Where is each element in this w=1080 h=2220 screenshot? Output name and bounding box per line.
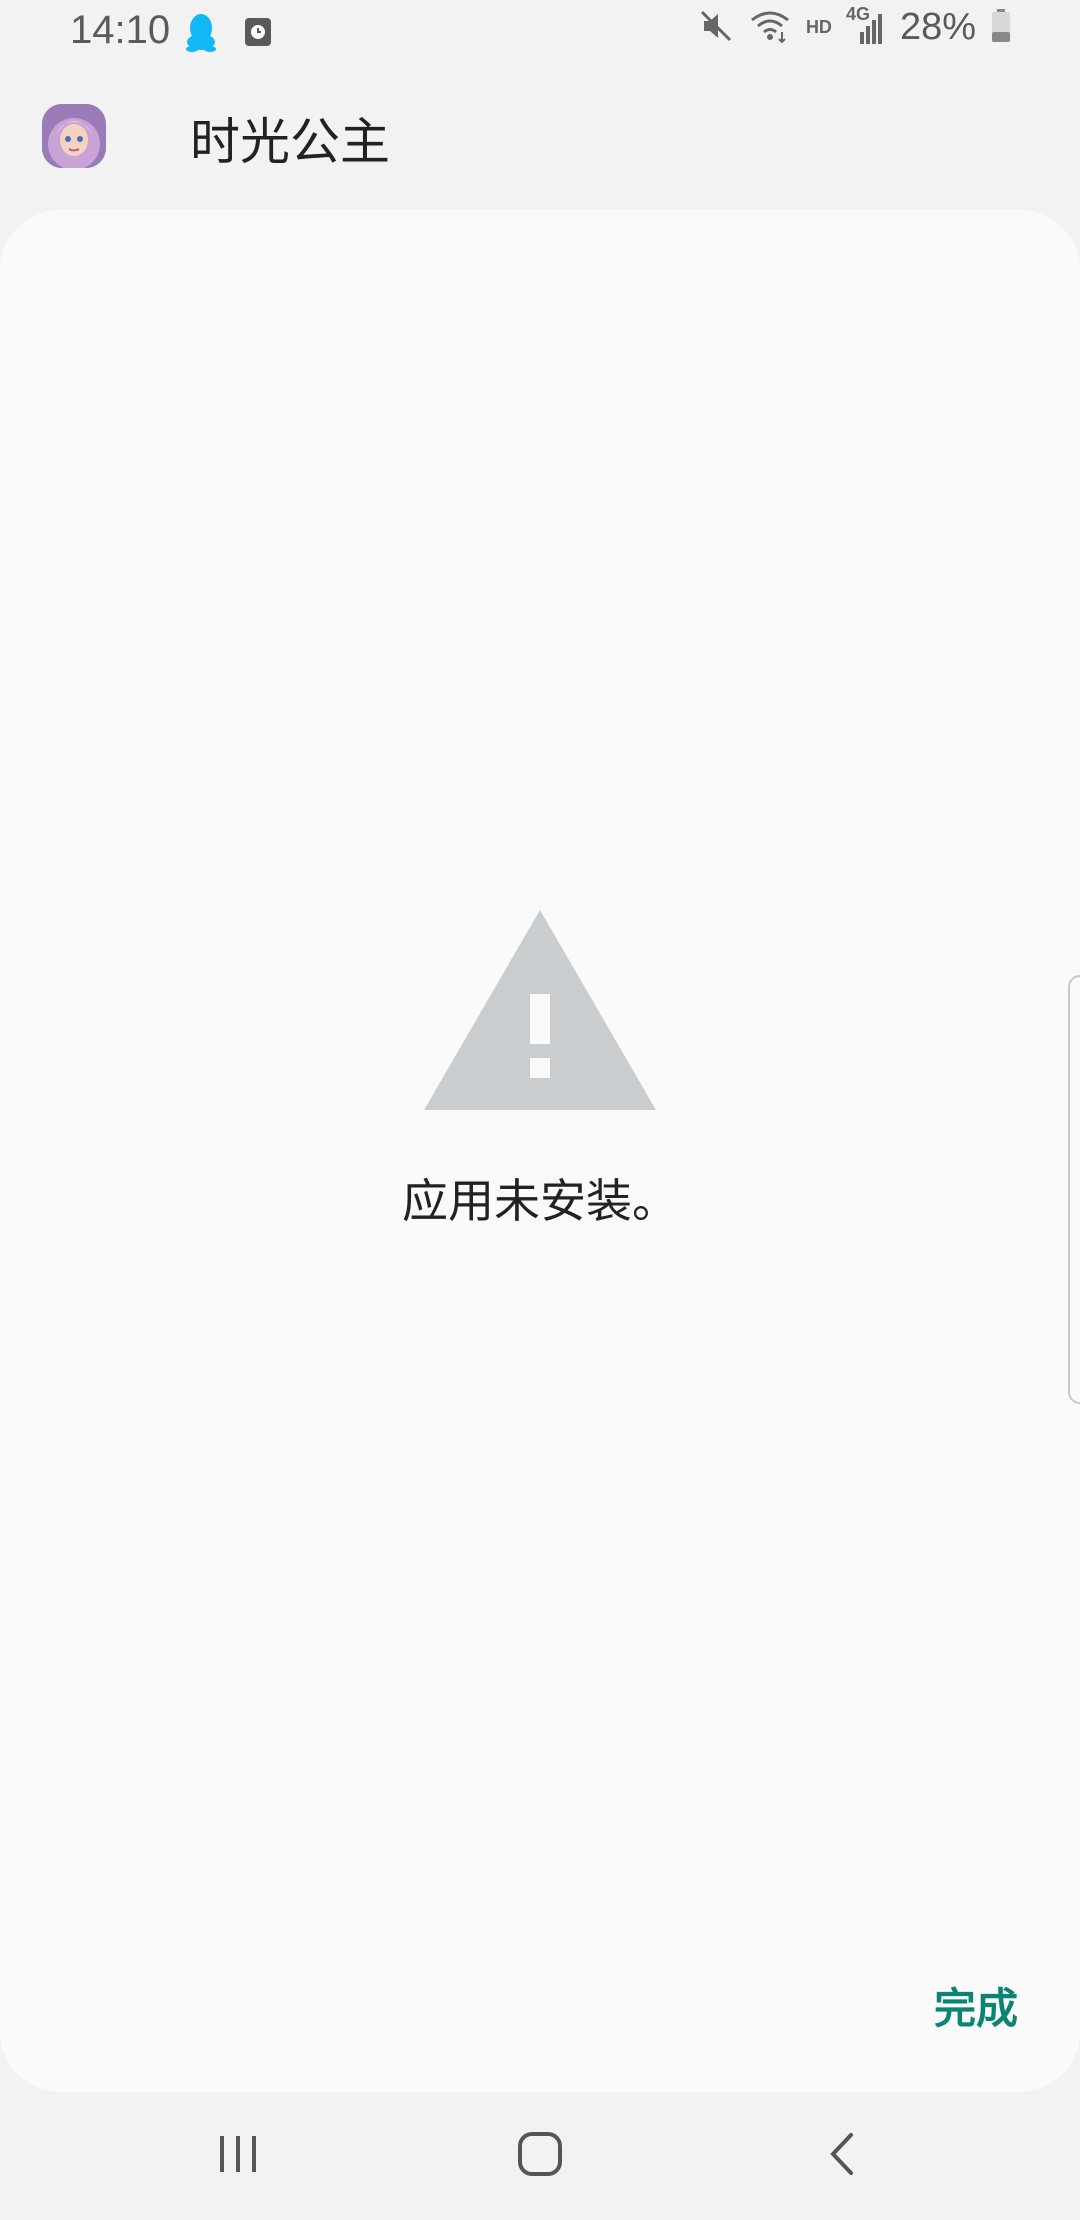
back-button[interactable]: [802, 2124, 882, 2188]
home-button[interactable]: [500, 2124, 580, 2188]
mute-icon: [698, 8, 734, 48]
app-icon-princess: [42, 104, 106, 168]
install-result-card: 应用未安装。 完成: [0, 210, 1080, 2092]
signal-icon: 4G: [846, 4, 886, 46]
done-button[interactable]: 完成: [934, 1975, 1018, 2036]
app-title: 时光公主: [190, 113, 390, 171]
recent-apps-icon: [216, 2132, 260, 2180]
navigation-bar: [0, 2092, 1080, 2220]
status-left-icons: [184, 12, 272, 56]
screen: 14:10 HD 4G 28% 时光公主 应用未安装。 完成: [0, 0, 1080, 2220]
back-icon: [827, 2131, 857, 2181]
screen-record-icon: [244, 17, 272, 51]
status-right: HD 4G 28%: [698, 4, 1012, 49]
qq-penguin-icon: [184, 12, 218, 56]
wifi-icon: [748, 8, 792, 48]
warning-icon: [424, 910, 656, 1110]
edge-panel-handle[interactable]: [1068, 975, 1080, 1404]
battery-percent: 28%: [899, 6, 976, 48]
home-icon: [517, 2131, 563, 2181]
status-message: 应用未安装。: [402, 1174, 678, 1228]
status-bar: 14:10 HD 4G 28%: [0, 0, 1080, 64]
recent-apps-button[interactable]: [198, 2124, 278, 2188]
status-time: 14:10: [70, 8, 171, 52]
app-header: 时光公主: [0, 90, 1080, 210]
battery-icon: [990, 8, 1012, 48]
hd-label: HD: [805, 17, 832, 37]
